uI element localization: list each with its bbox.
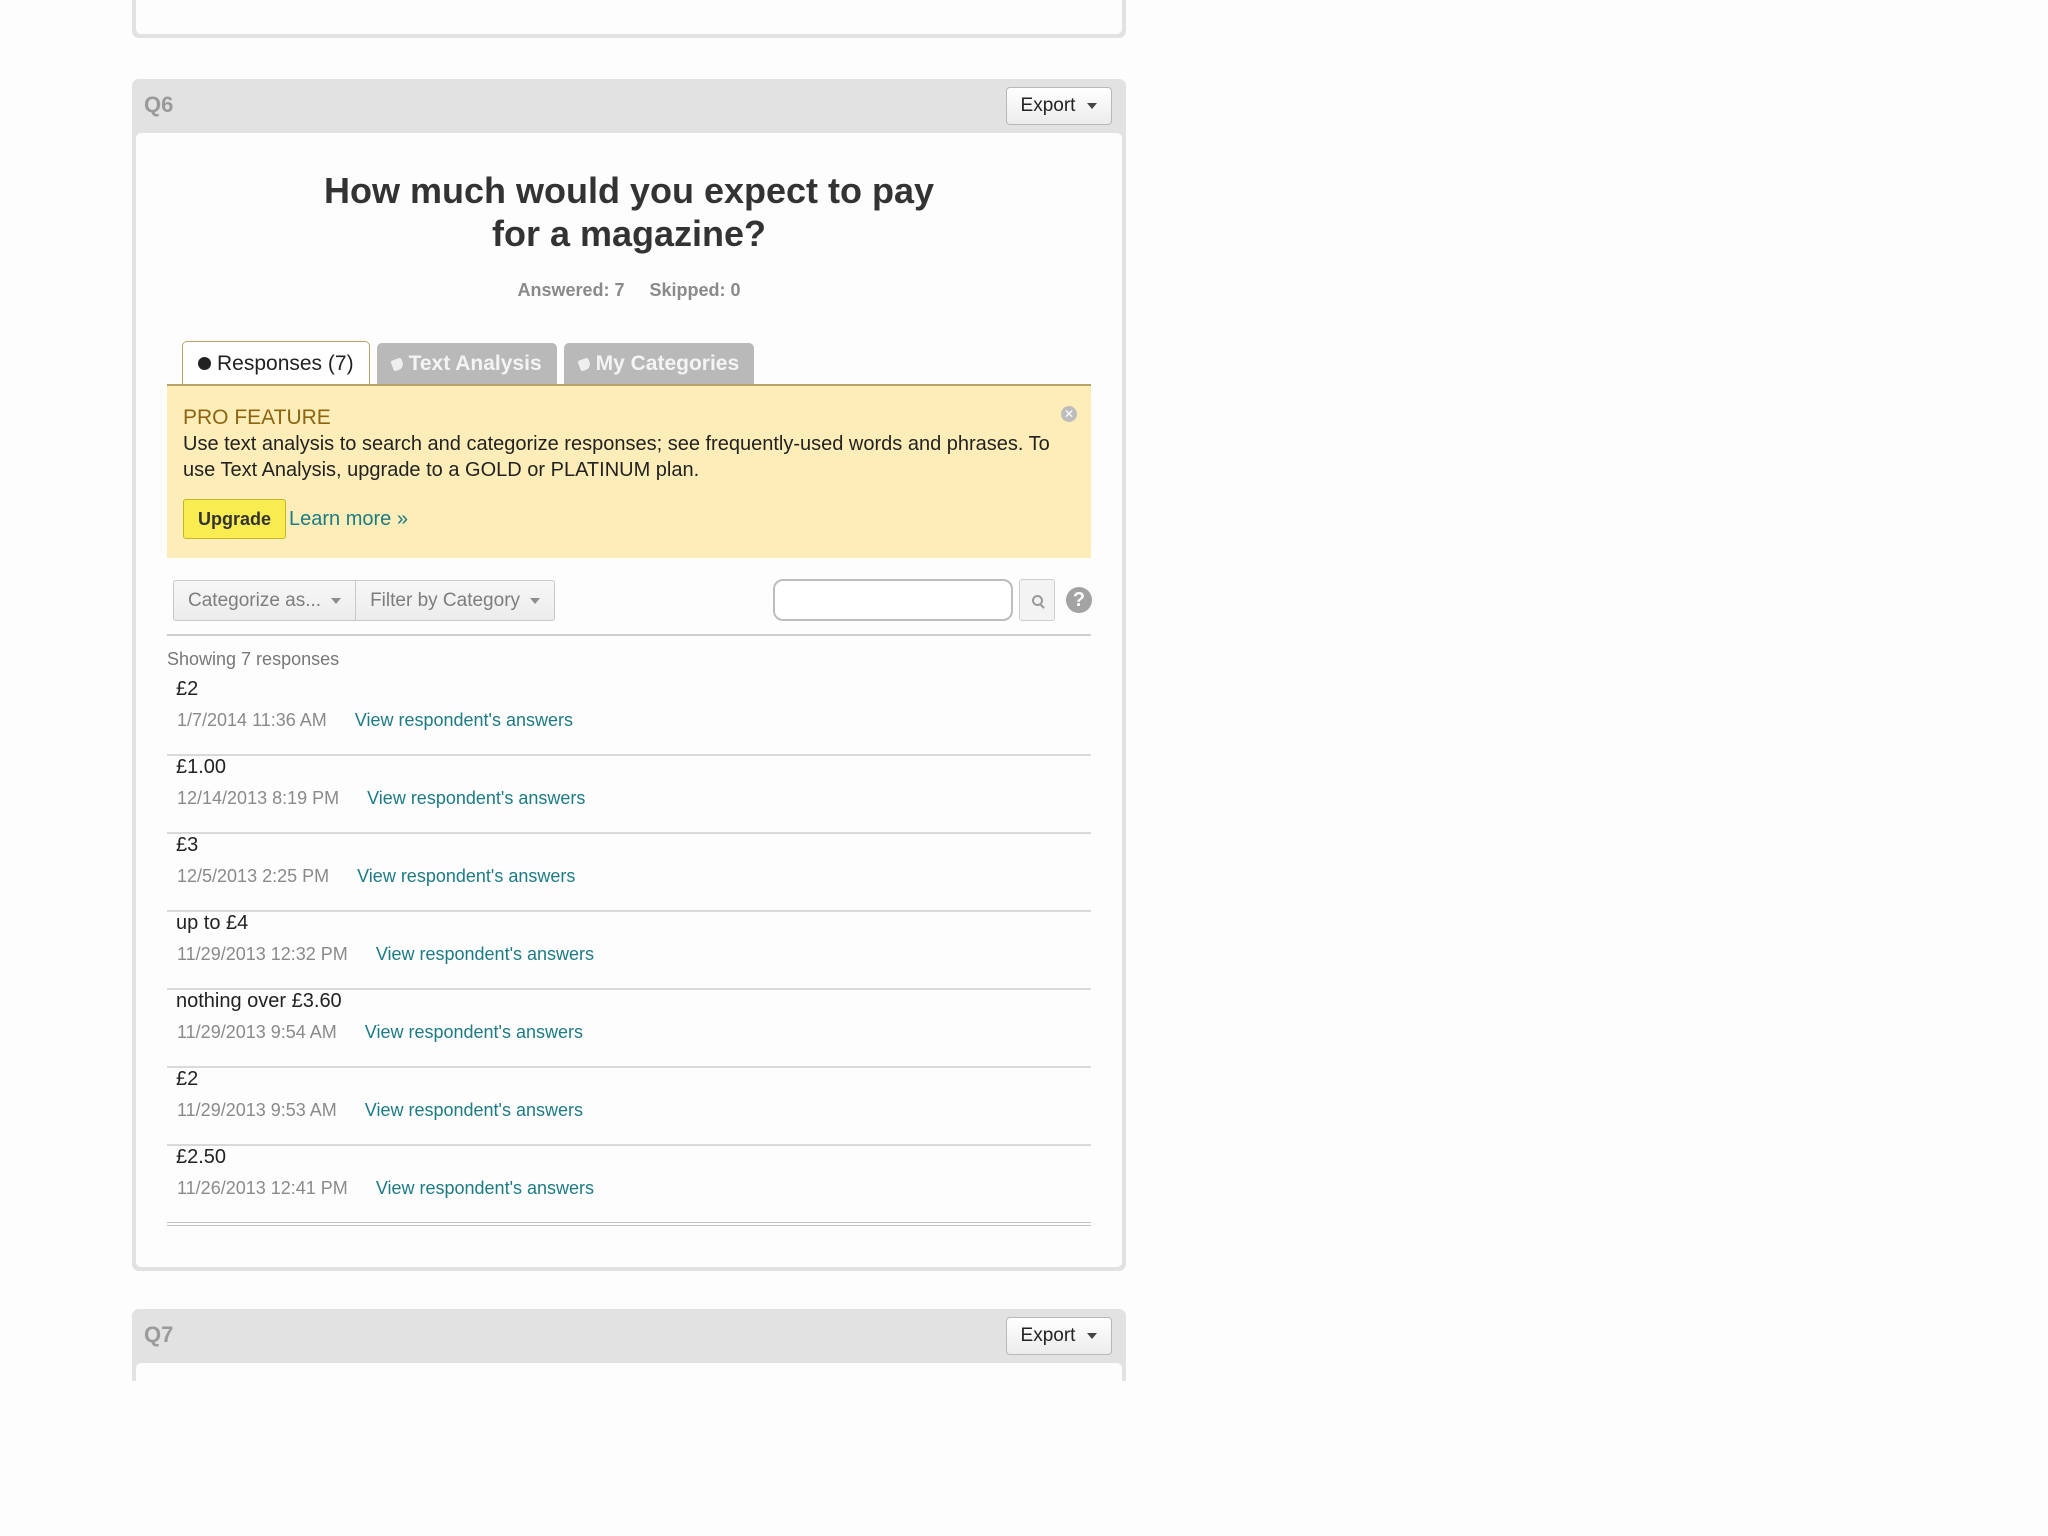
response-text: up to £4 bbox=[176, 912, 249, 934]
bullet-icon bbox=[198, 357, 211, 370]
answered-count: Answered: 7 bbox=[517, 280, 625, 300]
response-text: £2 bbox=[176, 678, 199, 700]
question-number: Q7 bbox=[144, 1322, 174, 1347]
view-respondent-answers-link[interactable]: View respondent's answers bbox=[367, 788, 585, 809]
response-text: £1.00 bbox=[176, 756, 227, 778]
tab-responses[interactable]: Responses (7) bbox=[182, 341, 370, 386]
search-button[interactable] bbox=[1019, 579, 1055, 621]
chevron-down-icon bbox=[530, 597, 541, 604]
export-button[interactable]: Export bbox=[1006, 1317, 1112, 1355]
response-date: 11/29/2013 9:53 AM bbox=[177, 1100, 337, 1120]
list-item: £3 12/5/2013 2:25 PM View respondent's a… bbox=[167, 834, 1091, 912]
pro-feature-banner: PRO FEATURE Use text analysis to search … bbox=[167, 386, 1091, 558]
close-icon[interactable]: ✕ bbox=[1061, 406, 1077, 422]
question-stats: Answered: 7 Skipped: 0 bbox=[136, 280, 1122, 301]
pro-feature-title: PRO FEATURE bbox=[183, 406, 331, 429]
response-meta: 12/14/2013 8:19 PM View respondent's ans… bbox=[177, 788, 585, 809]
caret-down-icon bbox=[1087, 1333, 1098, 1339]
filter-by-category-label: Filter by Category bbox=[370, 589, 521, 611]
search-input[interactable] bbox=[773, 579, 1013, 621]
question-body bbox=[136, 1363, 1122, 1381]
response-meta: 11/29/2013 9:53 AM View respondent's ans… bbox=[177, 1100, 583, 1121]
view-respondent-answers-link[interactable]: View respondent's answers bbox=[355, 710, 573, 731]
response-meta: 1/7/2014 11:36 AM View respondent's answ… bbox=[177, 710, 573, 731]
response-date: 11/26/2013 12:41 PM bbox=[177, 1178, 348, 1198]
view-respondent-answers-link[interactable]: View respondent's answers bbox=[376, 944, 594, 965]
response-date: 1/7/2014 11:36 AM bbox=[177, 710, 327, 730]
question-card-q6: Q6 Export How much would you expect to p… bbox=[132, 79, 1126, 1271]
categorize-as-dropdown[interactable]: Categorize as... bbox=[173, 580, 357, 621]
showing-count: Showing 7 responses bbox=[167, 649, 340, 669]
response-meta: 12/5/2013 2:25 PM View respondent's answ… bbox=[177, 866, 575, 887]
export-label: Export bbox=[1020, 1325, 1076, 1346]
pro-feature-text: Use text analysis to search and categori… bbox=[183, 433, 1050, 481]
question-title: How much would you expect to pay for a m… bbox=[136, 169, 1122, 255]
question-body: How much would you expect to pay for a m… bbox=[136, 133, 1122, 1267]
response-meta: 11/29/2013 12:32 PM View respondent's an… bbox=[177, 944, 594, 965]
question-title-text: How much would you expect to pay for a m… bbox=[323, 170, 935, 254]
tab-my-categories[interactable]: My Categories bbox=[563, 343, 755, 385]
response-text: £2.50 bbox=[176, 1146, 227, 1168]
list-item: £2.50 11/26/2013 12:41 PM View responden… bbox=[167, 1146, 1091, 1226]
upgrade-button[interactable]: Upgrade bbox=[183, 499, 287, 539]
response-text: £2 bbox=[176, 1068, 199, 1090]
response-date: 12/5/2013 2:25 PM bbox=[177, 866, 330, 886]
search-icon bbox=[1031, 594, 1043, 606]
tab-text-analysis-label: Text Analysis bbox=[408, 352, 542, 375]
export-label: Export bbox=[1020, 95, 1076, 116]
previous-question-card bbox=[132, 0, 1126, 38]
response-text: £3 bbox=[176, 834, 199, 856]
response-meta: 11/29/2013 9:54 AM View respondent's ans… bbox=[177, 1022, 583, 1043]
responses-list: £2 1/7/2014 11:36 AM View respondent's a… bbox=[167, 678, 1091, 1226]
help-icon[interactable]: ? bbox=[1066, 587, 1092, 613]
view-respondent-answers-link[interactable]: View respondent's answers bbox=[357, 866, 575, 887]
question-card-q7: Q7 Export bbox=[132, 1309, 1126, 1381]
list-item: nothing over £3.60 11/29/2013 9:54 AM Vi… bbox=[167, 990, 1091, 1068]
question-header: Q7 Export bbox=[132, 1309, 1126, 1363]
response-meta: 11/26/2013 12:41 PM View respondent's an… bbox=[177, 1178, 594, 1199]
category-controls: Categorize as... Filter by Category bbox=[173, 580, 556, 621]
view-respondent-answers-link[interactable]: View respondent's answers bbox=[365, 1022, 583, 1043]
tab-text-analysis[interactable]: Text Analysis bbox=[376, 343, 557, 385]
question-header: Q6 Export bbox=[132, 79, 1126, 133]
caret-down-icon bbox=[1087, 103, 1098, 109]
tag-icon bbox=[577, 356, 592, 372]
response-date: 12/14/2013 8:19 PM bbox=[177, 788, 340, 808]
response-date: 11/29/2013 9:54 AM bbox=[177, 1022, 337, 1042]
filter-by-category-dropdown[interactable]: Filter by Category bbox=[356, 580, 556, 621]
tab-my-categories-label: My Categories bbox=[595, 352, 740, 375]
list-item: up to £4 11/29/2013 12:32 PM View respon… bbox=[167, 912, 1091, 990]
categorize-as-label: Categorize as... bbox=[188, 589, 322, 611]
response-toolbar: Categorize as... Filter by Category ? bbox=[167, 558, 1092, 636]
text-analysis-icon bbox=[390, 356, 405, 372]
result-tabs: Responses (7) Text Analysis My Categorie… bbox=[182, 341, 755, 386]
learn-more-link[interactable]: Learn more » bbox=[289, 508, 408, 531]
skipped-count: Skipped: 0 bbox=[649, 280, 741, 300]
view-respondent-answers-link[interactable]: View respondent's answers bbox=[376, 1178, 594, 1199]
previous-question-body bbox=[136, 0, 1122, 34]
survey-results-page: Q6 Export How much would you expect to p… bbox=[0, 0, 2048, 1536]
question-number: Q6 bbox=[144, 92, 174, 117]
response-text: nothing over £3.60 bbox=[176, 990, 342, 1012]
view-respondent-answers-link[interactable]: View respondent's answers bbox=[365, 1100, 583, 1121]
list-item: £1.00 12/14/2013 8:19 PM View respondent… bbox=[167, 756, 1091, 834]
tab-responses-label: Responses (7) bbox=[217, 351, 354, 375]
chevron-down-icon bbox=[331, 597, 342, 604]
response-date: 11/29/2013 12:32 PM bbox=[177, 944, 348, 964]
list-item: £2 11/29/2013 9:53 AM View respondent's … bbox=[167, 1068, 1091, 1146]
export-button[interactable]: Export bbox=[1006, 87, 1112, 125]
list-item: £2 1/7/2014 11:36 AM View respondent's a… bbox=[167, 678, 1091, 756]
